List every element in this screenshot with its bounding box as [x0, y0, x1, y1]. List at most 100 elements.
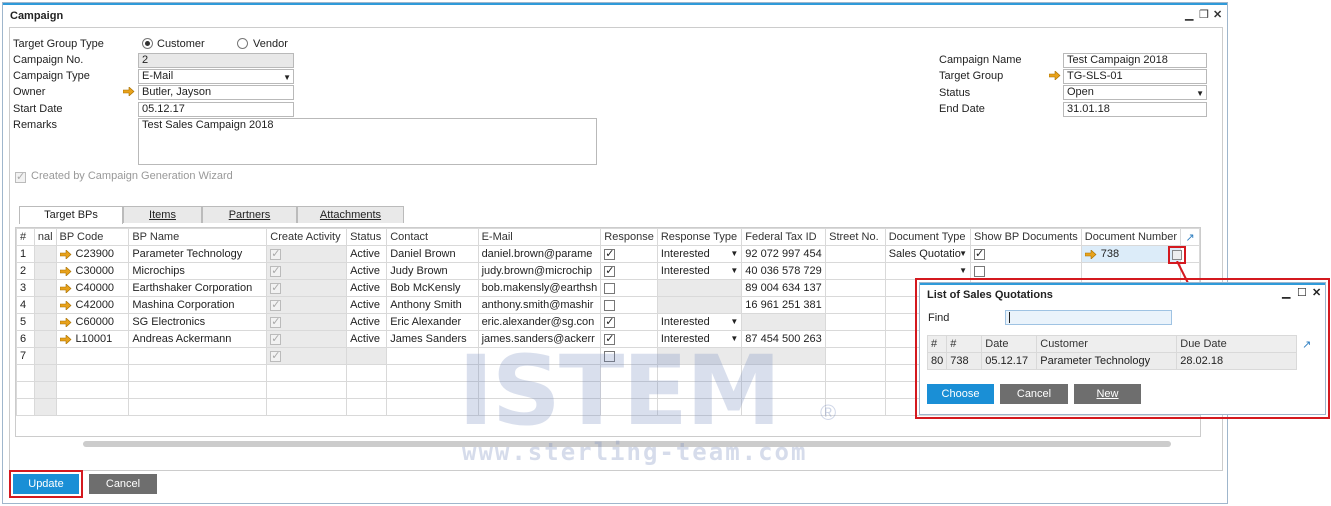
col-header[interactable]: Show BP Documents — [970, 228, 1082, 246]
customer-radio[interactable] — [142, 38, 153, 49]
col-header[interactable]: Date — [981, 335, 1038, 353]
show-bp-docs-cell[interactable] — [970, 262, 1082, 280]
link-arrow-icon[interactable] — [59, 282, 72, 294]
table-row[interactable]: 80 738 05.12.17 Parameter Technology 28.… — [926, 352, 1317, 370]
close-icon[interactable]: ✕ — [1312, 286, 1321, 299]
street-no-cell[interactable] — [825, 347, 886, 365]
response-checkbox[interactable] — [604, 299, 616, 311]
street-no-cell[interactable] — [825, 296, 886, 314]
tab-items[interactable]: Items — [123, 206, 202, 223]
end-date-field[interactable]: 31.01.18 — [1063, 102, 1207, 117]
street-no-cell[interactable] — [825, 330, 886, 348]
response-type-cell[interactable]: Interested ▼ — [656, 245, 743, 263]
response-checkbox[interactable] — [604, 247, 616, 260]
col-header[interactable]: # — [16, 228, 35, 246]
street-no-cell[interactable] — [825, 245, 886, 263]
email-cell[interactable]: daniel.brown@parame — [477, 245, 602, 263]
link-arrow-icon[interactable] — [1084, 248, 1097, 260]
response-type-cell[interactable] — [656, 296, 743, 314]
col-header[interactable]: Street No. — [825, 228, 886, 246]
bp-code-cell[interactable] — [55, 347, 130, 365]
response-cell[interactable] — [600, 245, 658, 263]
new-button[interactable]: New — [1074, 384, 1141, 404]
bp-name-cell[interactable]: Parameter Technology — [128, 245, 268, 263]
bp-code-cell[interactable]: C42000 — [55, 296, 130, 314]
restore-icon[interactable]: ❐ — [1199, 8, 1209, 21]
cancel-button[interactable]: Cancel — [89, 474, 157, 494]
campaign-name-field[interactable]: Test Campaign 2018 — [1063, 53, 1207, 68]
choose-from-list-icon[interactable] — [1172, 250, 1182, 260]
document-type-cell[interactable]: Sales Quotatio ▼ — [884, 245, 972, 263]
email-cell[interactable]: bob.makensly@earthsh — [477, 279, 602, 297]
expand-grid-icon[interactable]: ↗ — [1180, 228, 1200, 246]
col-header[interactable]: Customer — [1036, 335, 1178, 353]
contact-cell[interactable]: Eric Alexander — [386, 313, 479, 331]
email-cell[interactable]: eric.alexander@sg.con — [477, 313, 602, 331]
col-header[interactable]: Response — [600, 228, 658, 246]
col-header[interactable]: BP Name — [128, 228, 268, 246]
col-header[interactable]: # — [946, 335, 983, 353]
col-header[interactable]: Federal Tax ID — [741, 228, 827, 246]
bp-name-cell[interactable]: Microchips — [128, 262, 268, 280]
bp-code-cell[interactable]: C60000 — [55, 313, 130, 331]
show-bp-docs-checkbox[interactable] — [974, 247, 986, 260]
contact-cell[interactable]: Bob McKensly — [386, 279, 479, 297]
response-type-cell[interactable]: Interested ▼ — [656, 313, 743, 331]
contact-cell[interactable]: Daniel Brown — [386, 245, 479, 263]
bp-name-cell[interactable]: SG Electronics — [128, 313, 268, 331]
street-no-cell[interactable] — [825, 313, 886, 331]
contact-cell[interactable]: Anthony Smith — [386, 296, 479, 314]
email-cell[interactable]: judy.brown@microchip — [477, 262, 602, 280]
document-type-cell[interactable]: ▼ — [884, 262, 972, 280]
remarks-textarea[interactable]: Test Sales Campaign 2018 — [138, 118, 597, 165]
minimize-icon[interactable]: ▁ — [1282, 286, 1290, 299]
tab-attachments[interactable]: Attachments — [297, 206, 404, 223]
close-icon[interactable]: ✕ — [1213, 8, 1222, 21]
choose-button[interactable]: Choose — [927, 384, 994, 404]
link-arrow-icon[interactable] — [59, 299, 72, 311]
col-header[interactable]: Contact — [386, 228, 479, 246]
expand-grid-icon[interactable]: ↗ — [1296, 335, 1317, 353]
bp-name-cell[interactable]: Mashina Corporation — [128, 296, 268, 314]
col-header[interactable]: Status — [346, 228, 388, 246]
link-arrow-icon[interactable] — [59, 333, 72, 345]
response-checkbox[interactable] — [604, 282, 616, 294]
response-cell[interactable] — [600, 262, 658, 280]
response-cell[interactable] — [600, 296, 658, 314]
email-cell[interactable]: anthony.smith@mashir — [477, 296, 602, 314]
link-arrow-icon[interactable] — [59, 248, 72, 260]
bp-name-cell[interactable] — [128, 347, 268, 365]
show-bp-docs-checkbox[interactable] — [974, 265, 986, 277]
tab-target-bps[interactable]: Target BPs — [19, 206, 123, 224]
link-arrow-icon[interactable] — [1049, 71, 1061, 80]
col-header[interactable]: Document Type — [884, 228, 972, 246]
popup-cancel-button[interactable]: Cancel — [1000, 384, 1068, 404]
street-no-cell[interactable] — [825, 279, 886, 297]
response-cell[interactable] — [600, 279, 658, 297]
street-no-cell[interactable] — [825, 262, 886, 280]
bp-code-cell[interactable]: C23900 — [55, 245, 130, 263]
response-checkbox[interactable] — [604, 315, 616, 328]
col-header[interactable]: nal — [33, 228, 57, 246]
link-arrow-icon[interactable] — [123, 87, 135, 96]
minimize-icon[interactable]: ▁ — [1185, 8, 1193, 21]
show-bp-docs-cell[interactable] — [970, 245, 1082, 263]
document-number-cell[interactable] — [1080, 262, 1182, 280]
col-header[interactable]: # — [926, 335, 948, 353]
campaign-type-select[interactable]: E-Mail ▼ — [138, 69, 294, 84]
bp-code-cell[interactable]: L10001 — [55, 330, 130, 348]
update-button[interactable]: Update — [13, 474, 79, 494]
tab-partners[interactable]: Partners — [202, 206, 297, 223]
contact-cell[interactable]: Judy Brown — [386, 262, 479, 280]
response-type-cell[interactable]: Interested ▼ — [656, 262, 743, 280]
target-group-field[interactable]: TG-SLS-01 — [1063, 69, 1207, 84]
col-header[interactable]: Document Number — [1080, 228, 1182, 246]
maximize-icon[interactable]: ☐ — [1297, 286, 1307, 299]
start-date-field[interactable]: 05.12.17 — [138, 102, 294, 117]
bp-name-cell[interactable]: Earthshaker Corporation — [128, 279, 268, 297]
response-type-cell[interactable] — [656, 279, 743, 297]
link-arrow-icon[interactable] — [59, 265, 72, 277]
document-number-cell[interactable]: 738 — [1080, 245, 1182, 263]
status-select[interactable]: Open ▼ — [1063, 85, 1207, 100]
bp-code-cell[interactable]: C30000 — [55, 262, 130, 280]
